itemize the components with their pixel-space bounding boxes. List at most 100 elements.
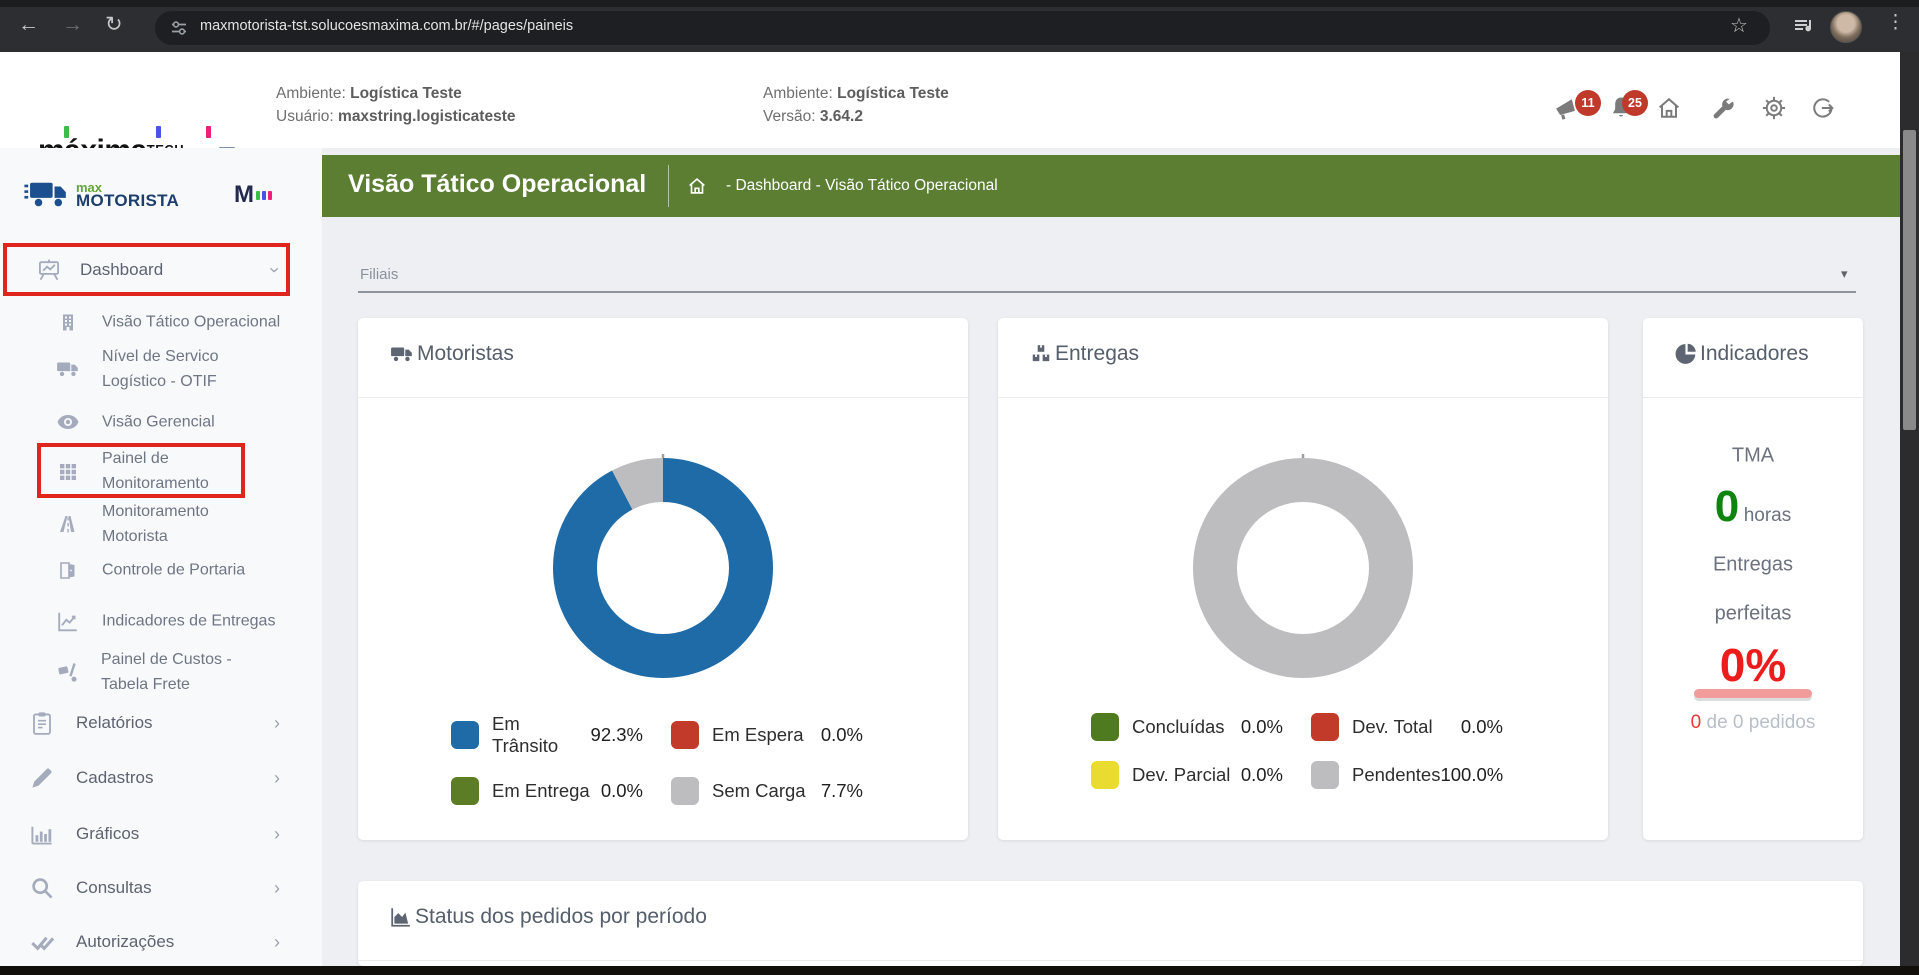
sidebar-item-autorizacoes[interactable]: Autorizações › [30,932,296,952]
metric-label-line1: Entregas [1643,554,1863,577]
pedidos-summary: 0 de 0 pedidos [1643,712,1863,734]
sidebar-item-monitoramento-motorista[interactable]: Monitoramento Motorista [58,499,252,549]
grid-icon [58,461,78,481]
mini-logo: M [234,181,272,209]
legend-item[interactable]: Em Trânsito 92.3% [451,713,643,757]
filiais-dropdown-arrow-icon[interactable]: ▾ [1841,266,1848,282]
bell-badge[interactable]: 25 [1622,90,1648,116]
entregas-legend: Concluídas 0.0% Dev. Total 0.0% Dev. Par… [1091,713,1503,789]
chevron-right-icon: › [274,879,280,897]
legend-item[interactable]: Pendentes 100.0% [1311,761,1503,789]
chevron-right-icon: › [274,714,280,732]
legend-item[interactable]: Dev. Parcial 0.0% [1091,761,1283,789]
sidebar-item-visao-gerencial[interactable]: Visão Gerencial [57,410,302,435]
dashboard-label: Dashboard [80,260,163,280]
titlebar-divider [668,165,669,207]
sidebar-item-controle-portaria[interactable]: Controle de Portaria [58,558,302,583]
logo-tick-blue [156,126,161,138]
road-icon [58,514,78,534]
logo-tick-pink [206,126,211,138]
usuario: Usuário: maxstring.logisticateste [276,108,515,126]
site-info-icon[interactable] [169,18,189,38]
entregas-card-header: Entregas [1030,336,1139,372]
mini-tick-blue [262,191,266,200]
tma-label: TMA [1643,445,1863,468]
legend-swatch [1311,713,1339,741]
mini-tick-pink [268,191,272,200]
chart-line-icon [57,610,79,632]
search-icon [30,876,54,900]
legend-swatch [1091,713,1119,741]
boxes-icon [1030,343,1052,365]
truck-icon [390,345,414,363]
home-icon[interactable] [1655,94,1683,122]
sidebar-item-painel-monitoramento[interactable]: Painel de Monitoramento [58,446,242,496]
divider [358,960,1863,961]
browser-profile-avatar[interactable] [1830,11,1862,43]
motoristas-donut-chart [548,453,778,683]
back-icon[interactable]: ← [18,14,39,35]
mini-tick-green [256,191,260,200]
sidebar-item-relatorios[interactable]: Relatórios › [30,711,296,735]
browser-menu-icon[interactable]: ⋮ [1886,13,1905,32]
area-chart-icon [390,906,412,928]
indicadores-card: Indicadores TMA 0 horas Entregas perfeit… [1643,318,1863,840]
brand-motorista: MOTORISTA [76,193,179,208]
pencil-icon [30,766,54,790]
sidebar-item-cadastros[interactable]: Cadastros › [30,766,296,790]
door-icon [58,560,78,580]
dolly-icon [57,661,79,683]
motoristas-title: Motoristas [417,342,514,366]
legend-swatch [1091,761,1119,789]
motoristas-card-header: Motoristas [390,336,514,372]
url-text[interactable]: maxmotorista-tst.solucoesmaxima.com.br/#… [200,18,573,34]
tab-strip [0,0,1919,7]
divider [998,397,1608,398]
building-icon [58,312,78,332]
megaphone-badge[interactable]: 11 [1575,90,1601,116]
media-playlist-icon[interactable] [1792,14,1816,38]
filiais-underline [358,291,1856,293]
sidebar-item-nivel-servico[interactable]: Nível de Servico Logístico - OTIF [56,344,242,394]
legend-swatch [671,777,699,805]
logout-icon[interactable] [1809,94,1837,122]
metric-label-line2: perfeitas [1643,603,1863,626]
app-header: máximaTECH Ambiente: Logística Teste Usu… [0,52,1900,149]
chevron-right-icon: › [274,933,280,951]
maxmotorista-logo: max MOTORISTA [24,179,179,211]
legend-item[interactable]: Sem Carga 7.7% [671,777,863,805]
bar-chart-icon [30,822,54,846]
entregas-card: Entregas Concluídas 0.0% Dev. Total 0.0%… [998,318,1608,840]
motoristas-card: Motoristas Em Trânsito 92.3% Em Espera 0… [358,318,968,840]
ambiente-left: Ambiente: Logística Teste [276,85,462,103]
sidebar-item-painel-custos[interactable]: Painel de Custos - Tabela Frete [57,647,251,697]
legend-swatch [671,721,699,749]
legend-item[interactable]: Em Entrega 0.0% [451,777,643,805]
sidebar-item-visao-tatico[interactable]: Visão Tático Operacional [58,310,302,335]
status-pedidos-card: Status dos pedidos por período [358,881,1863,966]
indicadores-title: Indicadores [1700,342,1809,366]
logo-tick-green [64,126,69,138]
reload-icon[interactable]: ↻ [105,14,123,35]
forward-icon[interactable]: → [62,14,83,35]
gear-icon[interactable] [1760,94,1788,122]
sidebar-item-indicadores-entregas[interactable]: Indicadores de Entregas [57,609,302,634]
wrench-icon[interactable] [1709,94,1737,122]
truck-logo-icon [24,179,70,211]
bookmark-star-icon[interactable]: ☆ [1730,16,1748,36]
sidebar-item-dashboard[interactable]: Dashboard › [36,257,296,283]
sidebar-item-graficos[interactable]: Gráficos › [30,822,296,846]
sidebar-item-consultas[interactable]: Consultas › [30,876,296,900]
legend-item[interactable]: Dev. Total 0.0% [1311,713,1503,741]
bottom-edge-bar [0,966,1919,975]
legend-swatch [1311,761,1339,789]
browser-toolbar: ← → ↻ ☆ maxmotorista-tst.solucoesmaxima.… [0,0,1919,52]
legend-item[interactable]: Concluídas 0.0% [1091,713,1283,741]
dashboard-easel-icon [36,257,62,283]
breadcrumb-home-icon[interactable] [686,175,708,197]
scrollbar-thumb[interactable] [1903,130,1916,430]
eye-icon [57,415,79,430]
versao: Versão: 3.64.2 [763,108,863,126]
filiais-select[interactable]: Filiais [360,266,398,283]
legend-item[interactable]: Em Espera 0.0% [671,713,863,757]
